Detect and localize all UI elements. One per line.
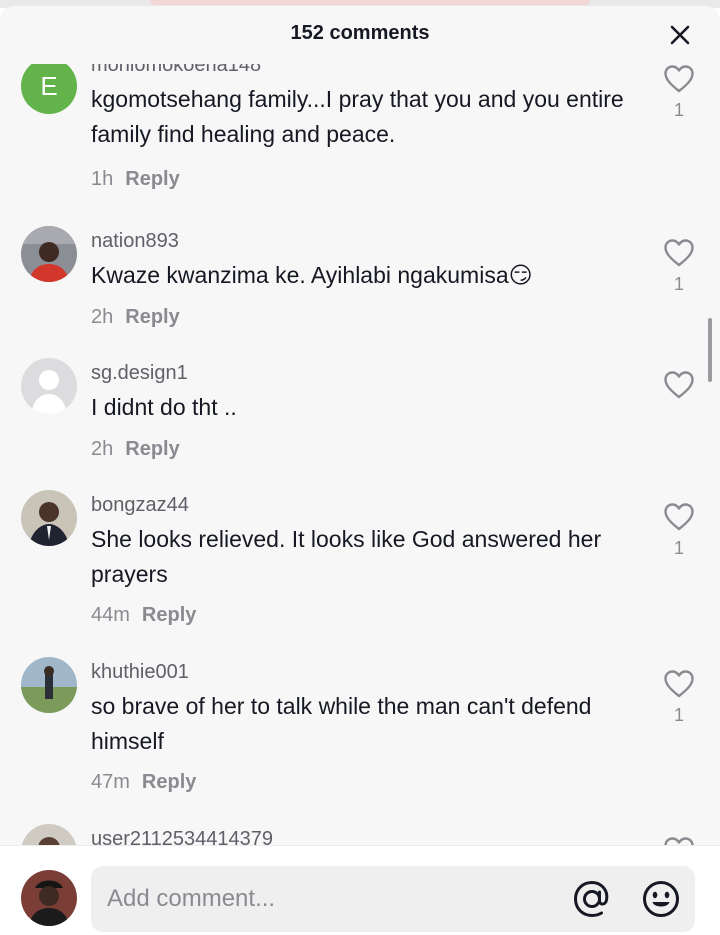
close-icon xyxy=(670,25,690,45)
comment-item: user2112534414379 xyxy=(0,818,720,847)
avatar[interactable] xyxy=(21,226,77,282)
like-button[interactable]: 1 xyxy=(662,669,696,726)
comment-username[interactable]: bongzaz44 xyxy=(91,494,189,517)
comment-meta: 2h Reply xyxy=(91,306,180,329)
avatar[interactable] xyxy=(21,657,77,713)
avatar-letter: E xyxy=(40,70,58,101)
comments-header: 152 comments xyxy=(0,6,720,64)
comments-list[interactable]: E mohlomokoena148 kgomotsehang family...… xyxy=(0,64,720,847)
default-avatar-icon xyxy=(21,358,77,414)
comment-meta: 44m Reply xyxy=(91,604,196,627)
comment-item: sg.design1 I didnt do tht .. 2h Reply xyxy=(0,352,720,472)
reply-button[interactable]: Reply xyxy=(125,438,179,460)
like-count: 1 xyxy=(673,538,684,558)
comment-text: so brave of her to talk while the man ca… xyxy=(91,693,592,754)
reply-button[interactable]: Reply xyxy=(142,604,196,626)
heart-outline-icon xyxy=(664,371,694,399)
comment-username[interactable]: nation893 xyxy=(91,230,179,253)
avatar[interactable]: E xyxy=(21,64,77,114)
comment-input[interactable] xyxy=(107,880,547,918)
like-button[interactable]: 1 xyxy=(662,64,696,121)
like-count: 1 xyxy=(673,100,684,120)
reply-button[interactable]: Reply xyxy=(125,306,179,328)
comment-username[interactable]: sg.design1 xyxy=(91,362,188,385)
heart-outline-icon xyxy=(664,65,694,93)
avatar[interactable] xyxy=(21,824,77,847)
like-button[interactable] xyxy=(662,370,696,406)
emoji-smile-icon xyxy=(643,881,679,917)
mention-button[interactable] xyxy=(571,878,613,920)
reply-button[interactable]: Reply xyxy=(125,168,179,190)
profile-photo xyxy=(21,657,77,713)
profile-photo xyxy=(21,824,77,847)
comment-composer xyxy=(0,845,720,935)
comments-count-title: 152 comments xyxy=(290,22,430,44)
comment-text: kgomotsehang family...I pray that you an… xyxy=(91,86,624,147)
avatar[interactable] xyxy=(21,490,77,546)
comment-item: nation893 Kwaze kwanzima ke. Ayihlabi ng… xyxy=(0,220,720,340)
heart-outline-icon xyxy=(664,239,694,267)
comment-time: 44m xyxy=(91,604,130,626)
reply-button[interactable]: Reply xyxy=(142,771,196,793)
comment-time: 2h xyxy=(91,438,114,460)
emoji-button[interactable] xyxy=(640,878,682,920)
comment-item: E mohlomokoena148 kgomotsehang family...… xyxy=(0,64,720,194)
comment-username[interactable]: khuthie001 xyxy=(91,661,189,684)
comment-text: I didnt do tht .. xyxy=(91,394,237,420)
comment-meta: 2h Reply xyxy=(91,438,180,461)
like-button[interactable]: 1 xyxy=(662,502,696,559)
close-button[interactable] xyxy=(668,23,692,47)
comment-time: 2h xyxy=(91,306,114,328)
comment-meta: 1h Reply xyxy=(91,168,180,191)
profile-photo xyxy=(21,226,77,282)
like-button[interactable]: 1 xyxy=(662,238,696,295)
heart-outline-icon xyxy=(664,670,694,698)
comment-item: khuthie001 so brave of her to talk while… xyxy=(0,651,720,807)
comment-username[interactable]: mohlomokoena148 xyxy=(91,64,261,77)
comment-input-box[interactable] xyxy=(91,866,695,932)
comment-meta: 47m Reply xyxy=(91,771,196,794)
profile-photo xyxy=(21,870,77,926)
comment-item: bongzaz44 She looks relieved. It looks l… xyxy=(0,484,720,640)
avatar[interactable] xyxy=(21,358,77,414)
scrollbar-thumb[interactable] xyxy=(708,318,712,382)
like-count: 1 xyxy=(673,274,684,294)
profile-photo xyxy=(21,490,77,546)
comments-sheet: 152 comments E mohlomokoena148 kgomotseh… xyxy=(0,6,720,935)
comment-time: 47m xyxy=(91,771,130,793)
like-count: 1 xyxy=(673,705,684,725)
comment-text: Kwaze kwanzima ke. Ayihlabi ngakumisa😏 xyxy=(91,262,533,288)
comment-text: She looks relieved. It looks like God an… xyxy=(91,526,602,587)
comment-time: 1h xyxy=(91,168,114,190)
current-user-avatar[interactable] xyxy=(21,870,77,926)
heart-outline-icon xyxy=(664,503,694,531)
at-sign-icon xyxy=(573,880,609,918)
